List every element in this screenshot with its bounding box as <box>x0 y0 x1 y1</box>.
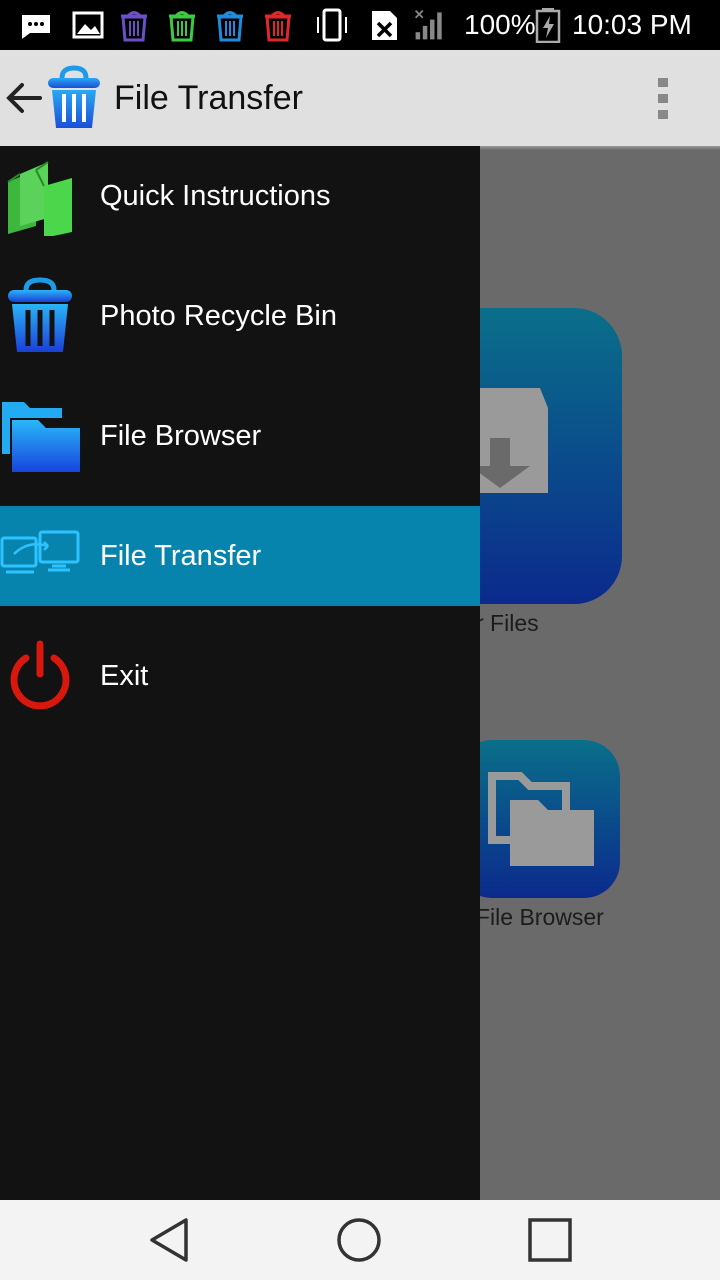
recents-square-icon[interactable] <box>526 1216 574 1264</box>
folder-icon <box>2 402 80 472</box>
drawer-item-label: File Transfer <box>100 540 262 572</box>
no-sim-icon <box>372 11 397 40</box>
drawer-item-label: Exit <box>100 660 149 692</box>
system-nav-bar <box>0 1200 720 1280</box>
overflow-menu-icon[interactable] <box>652 76 676 122</box>
chat-bubble-icon <box>22 15 50 39</box>
recycle-bin-icon <box>8 277 72 352</box>
recycle-bin-blue-icon <box>217 11 243 42</box>
recycle-bin-icon <box>48 65 100 128</box>
drawer-item-label: Quick Instructions <box>100 180 331 212</box>
vibrate-icon <box>317 8 347 42</box>
power-icon <box>10 640 70 710</box>
navigation-drawer: Quick Instructions Photo Recycle Bin Fil… <box>0 146 480 1200</box>
drawer-item-photo-recycle-bin[interactable]: Photo Recycle Bin <box>0 266 480 366</box>
recycle-bin-purple-icon <box>121 11 147 42</box>
file-browser-tile <box>456 740 620 898</box>
back-triangle-icon[interactable] <box>146 1216 194 1264</box>
drawer-item-file-transfer[interactable]: File Transfer <box>0 506 480 606</box>
tile-label-file-browser: File Browser <box>476 904 604 930</box>
recycle-bin-green-icon <box>169 11 195 42</box>
clock: 10:03 PM <box>572 9 692 40</box>
drawer-item-exit[interactable]: Exit <box>0 626 480 726</box>
drawer-item-label: Photo Recycle Bin <box>100 300 337 332</box>
books-icon <box>7 161 72 236</box>
signal-icon <box>414 9 442 40</box>
battery-percent: 100% <box>464 9 536 40</box>
status-bar: 100% 10:03 PM <box>0 0 720 50</box>
app-bar: File Transfer <box>0 50 720 146</box>
computer-transfer-icon <box>0 530 80 574</box>
recycle-bin-red-icon <box>265 11 291 42</box>
image-icon <box>72 11 104 39</box>
drawer-item-quick-instructions[interactable]: Quick Instructions <box>0 146 480 246</box>
battery-charging-icon <box>535 8 561 43</box>
drawer-item-label: File Browser <box>100 420 262 452</box>
page-title: File Transfer <box>114 79 303 117</box>
home-circle-icon[interactable] <box>335 1216 383 1264</box>
folder-icon <box>488 772 594 866</box>
drawer-item-file-browser[interactable]: File Browser <box>0 386 480 486</box>
tile-label-transfer-files: r Files <box>476 610 539 636</box>
back-arrow-icon[interactable] <box>4 78 44 118</box>
